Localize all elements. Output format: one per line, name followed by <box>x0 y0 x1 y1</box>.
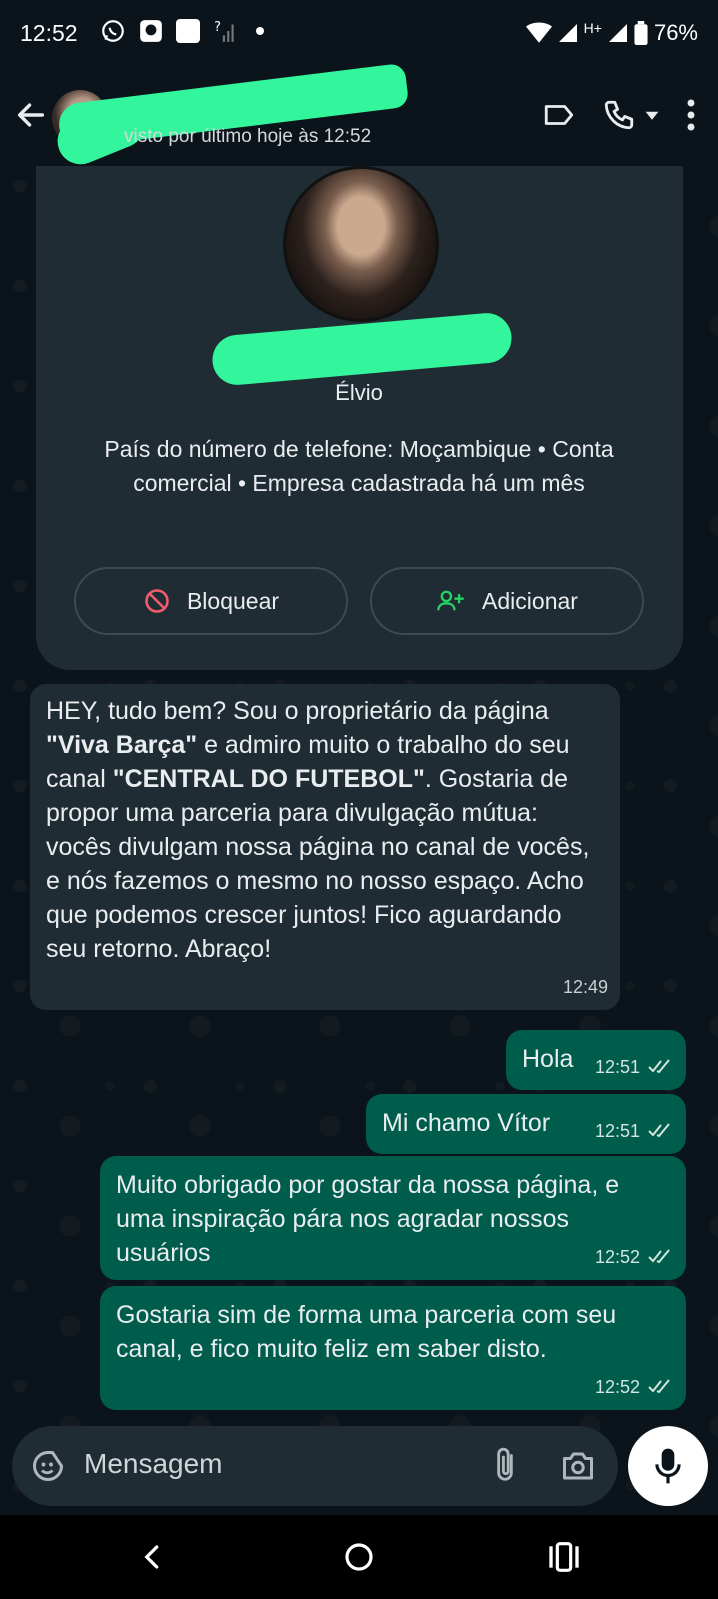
double-check-icon <box>648 1059 670 1074</box>
message-time: 12:52 <box>594 1377 640 1397</box>
signal-icon <box>558 24 577 42</box>
more-notifications-dot <box>256 27 264 35</box>
business-info-text: País do número de telefone: Moçambique •… <box>104 436 614 496</box>
block-label: Bloquear <box>186 587 280 614</box>
message-text-part: HEY, tudo bem? Sou o proprietário da pág… <box>46 697 556 725</box>
status-time: 12:52 <box>20 20 78 46</box>
call-button[interactable] <box>602 98 660 132</box>
signal-question-icon: ? <box>214 20 234 42</box>
message-bold-text: "Viva Barça" <box>46 731 198 759</box>
add-contact-label: Adicionar <box>482 587 578 614</box>
camera-icon[interactable] <box>560 1448 596 1484</box>
nav-recents-icon[interactable] <box>548 1542 580 1572</box>
signal-icon-2 <box>608 24 627 42</box>
last-seen-status[interactable]: visto por último hoje às 12:52 <box>124 126 371 148</box>
gallery-notification-icon <box>176 19 200 43</box>
message-bold-text: "CENTRAL DO FUTEBOL" <box>112 765 425 793</box>
nav-home-icon[interactable] <box>343 1541 375 1573</box>
business-profile-photo[interactable] <box>283 166 439 322</box>
svg-text:?: ? <box>214 20 221 35</box>
message-time: 12:52 <box>594 1247 640 1267</box>
battery-icon <box>634 21 648 45</box>
microphone-icon <box>655 1448 681 1484</box>
message-text: HEY, tudo bem? Sou o proprietário da pág… <box>46 694 604 966</box>
message-input[interactable]: Mensagem <box>84 1448 223 1480</box>
wifi-icon <box>525 22 552 43</box>
double-check-icon <box>648 1249 670 1264</box>
outgoing-message[interactable]: Mi chamo Vítor 12:51 <box>366 1094 686 1154</box>
app-notification-icon <box>140 20 162 42</box>
attach-paperclip-icon[interactable] <box>490 1446 520 1484</box>
message-text-part: . Gostaria de propor uma parceria para d… <box>46 765 597 963</box>
outgoing-message[interactable]: Muito obrigado por gostar da nossa págin… <box>100 1156 686 1280</box>
block-button[interactable]: Bloquear <box>74 567 348 635</box>
system-navigation-bar <box>0 1515 718 1599</box>
network-type: H+ <box>583 20 602 36</box>
outgoing-message[interactable]: Gostaria sim de forma uma parceria com s… <box>100 1286 686 1410</box>
incoming-message[interactable]: HEY, tudo bem? Sou o proprietário da pág… <box>30 684 620 1010</box>
message-composer: Mensagem <box>12 1426 618 1506</box>
battery-level: 76% <box>653 20 698 45</box>
label-tag-icon[interactable] <box>542 98 576 132</box>
business-contact-name: Élvio <box>335 380 383 405</box>
message-text: Gostaria sim de forma uma parceria com s… <box>116 1301 624 1363</box>
message-text: Muito obrigado por gostar da nossa págin… <box>116 1171 627 1267</box>
phone-icon[interactable] <box>602 98 636 132</box>
more-options-icon[interactable] <box>686 99 696 131</box>
add-person-icon <box>437 590 464 611</box>
nav-back-icon[interactable] <box>138 1542 168 1572</box>
voice-message-button[interactable] <box>628 1426 708 1506</box>
chat-header: visto por último hoje às 12:52 <box>0 62 718 172</box>
block-icon <box>145 589 169 613</box>
double-check-icon <box>648 1123 670 1138</box>
status-bar: 12:52 ? H+ 76% <box>0 0 718 70</box>
message-time: 12:49 <box>562 977 608 997</box>
whatsapp-icon <box>102 20 124 42</box>
chevron-down-icon[interactable] <box>644 107 660 123</box>
message-time: 12:51 <box>594 1121 640 1141</box>
back-arrow-icon[interactable] <box>14 98 48 132</box>
add-contact-button[interactable]: Adicionar <box>370 567 644 635</box>
sticker-emoji-icon[interactable] <box>30 1448 66 1484</box>
double-check-icon <box>648 1379 670 1394</box>
message-time: 12:51 <box>594 1057 640 1077</box>
outgoing-message[interactable]: Hola 12:51 <box>506 1030 686 1090</box>
